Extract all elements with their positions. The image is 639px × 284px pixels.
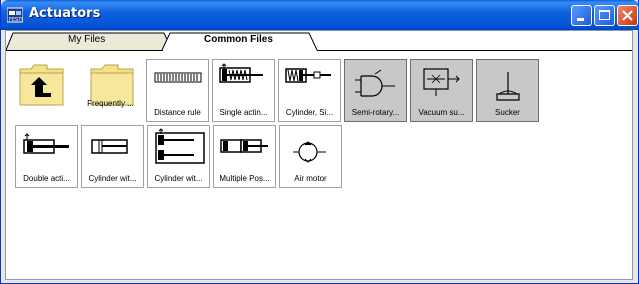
- tab-common-files[interactable]: Common Files: [204, 34, 273, 45]
- item-label: Distance rule: [154, 108, 201, 117]
- folder-item-frequently[interactable]: Frequently ...: [79, 59, 142, 122]
- item-distance-rule[interactable]: Distance rule: [146, 59, 209, 122]
- minimize-button[interactable]: [571, 5, 592, 26]
- item-label: Semi-rotary...: [351, 108, 400, 117]
- item-single-acting[interactable]: Single actin...: [212, 59, 275, 122]
- folder-up-item[interactable]: [11, 59, 74, 122]
- item-label: Single actin...: [219, 108, 268, 117]
- item-label: Cylinder wit...: [88, 174, 137, 183]
- actuators-window: FESTO Actuators My Files Common Files: [0, 0, 639, 284]
- tab-baseline: [317, 50, 632, 51]
- close-button[interactable]: [617, 5, 638, 26]
- item-multiple-position[interactable]: Multiple Pos...: [213, 125, 276, 188]
- item-semi-rotary[interactable]: Semi-rotary...: [344, 59, 407, 122]
- item-label: Cylinder wit...: [154, 174, 203, 183]
- tab-my-files[interactable]: My Files: [68, 34, 105, 45]
- folder-up-icon: [19, 64, 64, 106]
- maximize-button[interactable]: [594, 5, 615, 26]
- item-cylinder-single[interactable]: Cylinder, Si...: [278, 59, 341, 122]
- maximize-icon: [599, 10, 610, 20]
- window-title: Actuators: [29, 6, 101, 21]
- item-label: Vacuum su...: [418, 108, 465, 117]
- item-vacuum-suction[interactable]: Vacuum su...: [410, 59, 473, 122]
- item-label: Cylinder, Si...: [285, 108, 334, 117]
- item-label: Multiple Pos...: [219, 174, 270, 183]
- svg-text:FESTO: FESTO: [9, 17, 23, 23]
- tab-baseline: [6, 50, 163, 51]
- item-label: Sucker: [495, 108, 520, 117]
- item-cylinder-with-2[interactable]: Cylinder wit...: [147, 125, 210, 188]
- title-bar[interactable]: FESTO Actuators: [1, 0, 639, 30]
- item-label: Double acti...: [23, 174, 70, 183]
- close-icon: [622, 10, 633, 21]
- item-cylinder-with-1[interactable]: Cylinder wit...: [81, 125, 144, 188]
- festo-app-icon: FESTO: [7, 7, 23, 23]
- item-double-acting[interactable]: Double acti...: [15, 125, 78, 188]
- item-label: Frequently ...: [87, 99, 134, 108]
- item-air-motor[interactable]: Air motor: [279, 125, 342, 188]
- folder-icon: [90, 64, 134, 106]
- tab-strip: My Files Common Files: [6, 31, 632, 51]
- item-sucker[interactable]: Sucker: [476, 59, 539, 122]
- minimize-icon: [577, 18, 584, 21]
- file-browser-panel: My Files Common Files Frequently ... Dis…: [5, 30, 633, 280]
- item-label: Air motor: [294, 174, 327, 183]
